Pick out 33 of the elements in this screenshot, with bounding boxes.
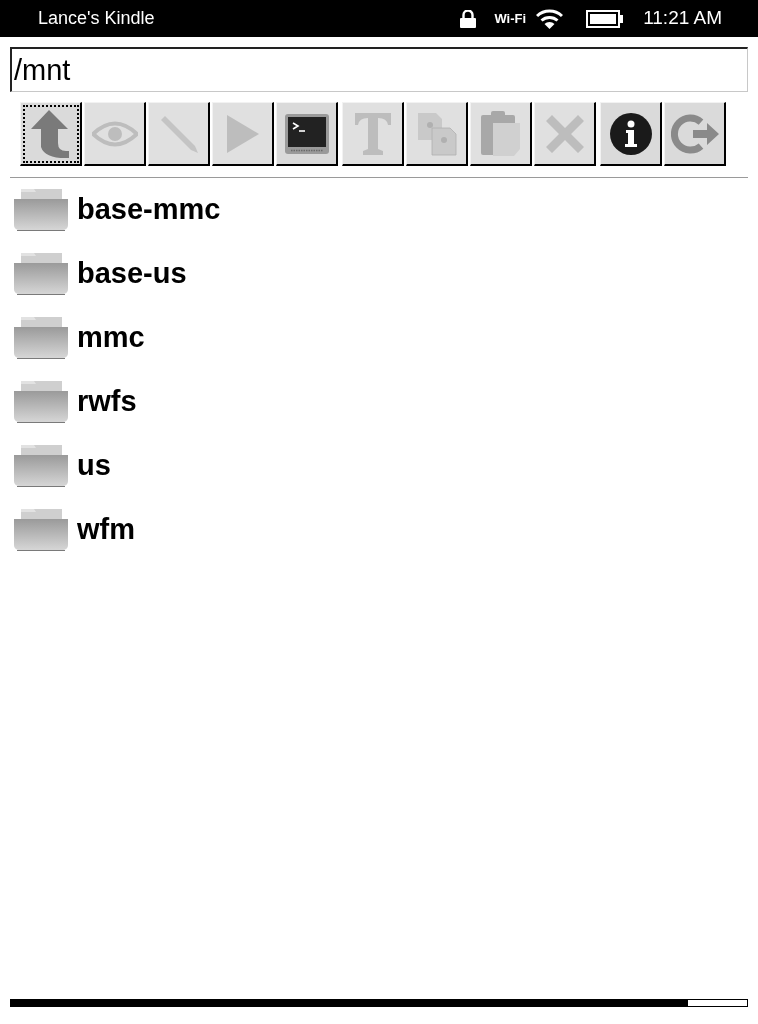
terminal-icon [284, 113, 329, 154]
circular-arrow-icon [670, 113, 719, 154]
folder-item[interactable]: base-us [14, 252, 187, 296]
up-arrow-icon [30, 108, 71, 159]
clock-time: 11:21 AM [643, 6, 722, 31]
clipboard-icon [480, 110, 521, 157]
letter-t-icon [354, 112, 391, 155]
path-field[interactable]: /mnt [10, 47, 748, 92]
toolbar-button[interactable] [20, 102, 82, 166]
wifi-signal-icon [536, 8, 564, 29]
folder-icon [14, 317, 68, 359]
folder-item[interactable]: mmc [14, 316, 145, 360]
cross-icon [545, 114, 584, 153]
lock-icon [460, 9, 477, 28]
folder-item[interactable]: rwfs [14, 380, 137, 424]
info-icon [609, 112, 652, 155]
folder-item[interactable]: us [14, 444, 111, 488]
folder-icon [14, 381, 68, 423]
folder-icon [14, 189, 68, 231]
wifi-label: Wi-Fi [494, 9, 527, 28]
folder-icon [14, 509, 68, 551]
folder-icon [14, 445, 68, 487]
device-name: Lance's Kindle [38, 7, 155, 30]
copy-icon [416, 111, 457, 156]
folder-item[interactable]: wfm [14, 508, 135, 552]
eye-icon [91, 120, 138, 147]
play-icon [225, 113, 260, 154]
folder-item[interactable]: base-mmc [14, 188, 221, 232]
toolbar-button[interactable] [600, 102, 662, 166]
toolbar-button[interactable] [664, 102, 726, 166]
battery-icon [586, 9, 624, 28]
folder-icon [14, 253, 68, 295]
toolbar-button[interactable] [276, 102, 338, 166]
